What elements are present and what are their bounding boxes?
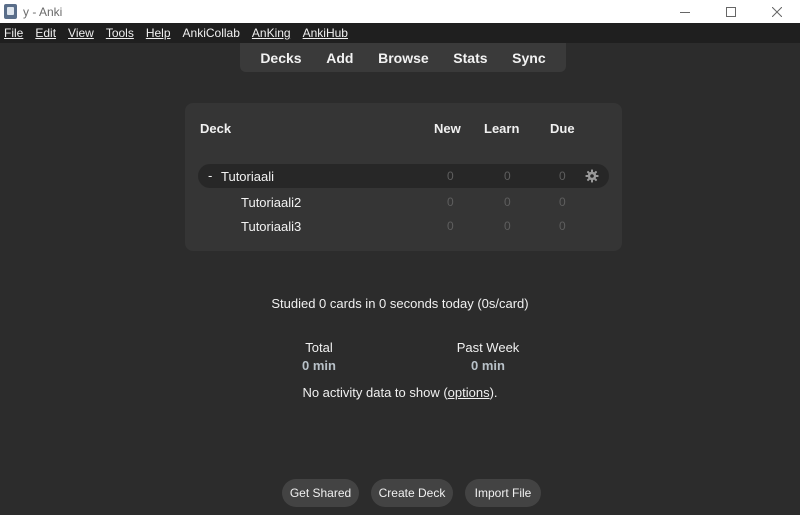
deck-name[interactable]: Tutoriaali3 (241, 219, 301, 234)
toolbar-add[interactable]: Add (326, 50, 353, 66)
past-week-value: 0 min (471, 358, 505, 373)
header-new: New (434, 121, 461, 136)
toolbar-stats[interactable]: Stats (453, 50, 487, 66)
menu-file-label: File (4, 26, 24, 40)
deck-row-current: - Tutoriaali 0 0 0 (198, 164, 609, 188)
toolbar-sync[interactable]: Sync (512, 50, 545, 66)
menu-tools[interactable]: Tools (106, 23, 134, 43)
deck-list-panel: Deck New Learn Due - Tutoriaali 0 0 0 Tu… (185, 103, 622, 251)
deck-learn-count: 0 (504, 169, 511, 183)
toolbar-decks[interactable]: Decks (260, 50, 301, 66)
no-activity-text: No activity data to show (options). (0, 385, 800, 400)
deck-row: Tutoriaali3 0 0 0 (198, 214, 609, 238)
get-shared-button[interactable]: Get Shared (282, 479, 359, 507)
close-icon[interactable] (754, 0, 800, 23)
menu-file[interactable]: File (4, 23, 23, 43)
gear-icon[interactable] (585, 169, 599, 186)
deck-learn-count: 0 (504, 219, 511, 233)
deck-row: Tutoriaali2 0 0 0 (198, 190, 609, 214)
total-stat: Total 0 min (292, 340, 346, 373)
menu-help[interactable]: Help (146, 23, 171, 43)
menu-anking[interactable]: AnKing (252, 23, 291, 43)
total-value: 0 min (302, 358, 336, 373)
menu-view-label: View (68, 26, 94, 40)
header-learn: Learn (484, 121, 520, 136)
deck-learn-count: 0 (504, 195, 511, 209)
anki-app-icon (4, 4, 17, 19)
collapse-toggle[interactable]: - (208, 168, 212, 183)
menu-help-label: Help (145, 26, 171, 40)
maximize-icon[interactable] (708, 0, 754, 23)
menu-anking-label: AnKing (251, 26, 291, 40)
import-file-button[interactable]: Import File (465, 479, 541, 507)
menu-bar: File Edit View Tools Help AnkiCollab AnK… (0, 23, 800, 43)
deck-name[interactable]: Tutoriaali2 (241, 195, 301, 210)
window-controls (662, 0, 800, 23)
deck-name[interactable]: Tutoriaali (221, 169, 274, 184)
window-title: y - Anki (23, 4, 63, 19)
past-week-stat: Past Week 0 min (452, 340, 524, 373)
main-toolbar: Decks Add Browse Stats Sync (240, 43, 566, 72)
no-activity-suffix: ). (489, 385, 498, 400)
menu-view[interactable]: View (68, 23, 94, 43)
toolbar-browse[interactable]: Browse (378, 50, 429, 66)
options-link[interactable]: options (448, 385, 490, 400)
menu-ankihub-label: AnkiHub (302, 26, 348, 40)
header-due: Due (550, 121, 575, 136)
menu-ankicollab[interactable]: AnkiCollab (183, 23, 240, 43)
no-activity-prefix: No activity data to show ( (302, 385, 448, 400)
studied-today-text: Studied 0 cards in 0 seconds today (0s/c… (271, 296, 529, 311)
menu-edit[interactable]: Edit (35, 23, 56, 43)
menu-edit-label: Edit (35, 26, 57, 40)
deck-list-header: Deck New Learn Due (185, 121, 622, 137)
deck-due-count: 0 (559, 169, 566, 183)
total-label: Total (305, 340, 333, 355)
deck-new-count: 0 (447, 195, 454, 209)
title-bar: y - Anki (0, 0, 800, 23)
menu-ankicollab-label: AnkiCollab (182, 26, 240, 40)
past-week-label: Past Week (456, 340, 520, 355)
deck-due-count: 0 (559, 195, 566, 209)
header-deck: Deck (200, 121, 232, 136)
deck-new-count: 0 (447, 169, 454, 183)
menu-ankihub[interactable]: AnkiHub (303, 23, 348, 43)
create-deck-button[interactable]: Create Deck (371, 479, 453, 507)
menu-tools-label: Tools (105, 26, 134, 40)
deck-due-count: 0 (559, 219, 566, 233)
deck-new-count: 0 (447, 219, 454, 233)
minimize-icon[interactable] (662, 0, 708, 23)
